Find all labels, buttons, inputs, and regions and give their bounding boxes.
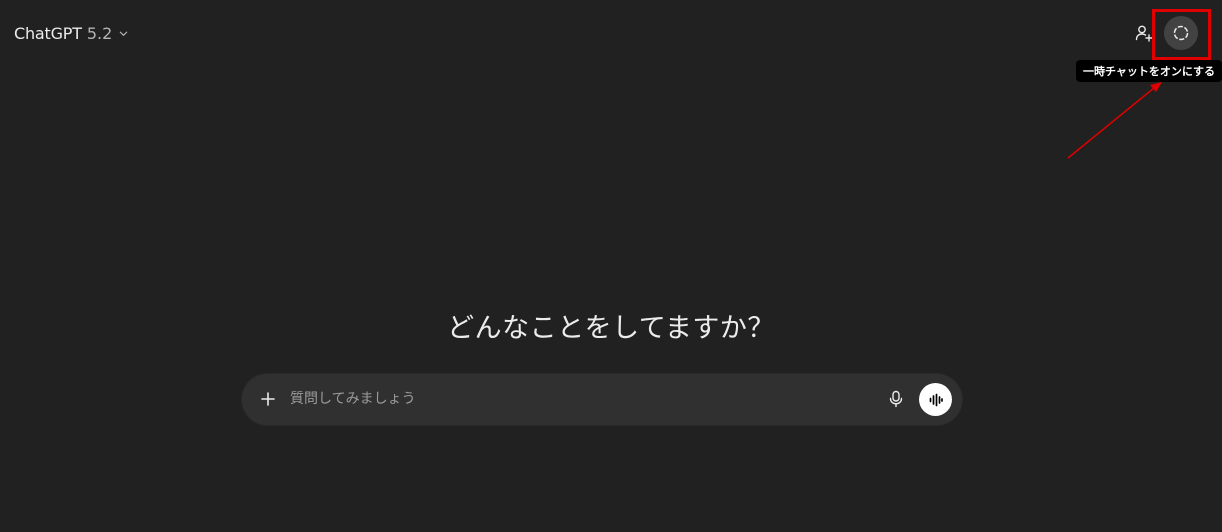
microphone-icon [888, 390, 904, 408]
model-name: ChatGPT [14, 23, 82, 43]
chatgpt-app: ChatGPT 5.2 一時チャットをオンにする どんなことをしてますか？ 質問… [0, 0, 1222, 532]
dictate-button[interactable] [885, 388, 907, 410]
voice-mode-button[interactable] [919, 383, 952, 416]
composer [242, 374, 962, 425]
chevron-down-icon [117, 27, 129, 39]
prompt-input[interactable] [290, 387, 870, 411]
voice-waveform-icon [928, 392, 944, 408]
model-version: 5.2 [86, 23, 113, 43]
attach-button[interactable] [256, 387, 280, 411]
model-switcher[interactable]: ChatGPT 5.2 [14, 22, 129, 44]
temporary-chat-tooltip: 一時チャットをオンにする [1076, 60, 1222, 82]
page-title: どんなことをしてますか？ [447, 313, 775, 344]
annotation-arrow [1067, 82, 1162, 159]
annotation-highlight-box [1152, 9, 1211, 60]
plus-icon [260, 391, 276, 407]
add-person-icon [1134, 23, 1154, 43]
